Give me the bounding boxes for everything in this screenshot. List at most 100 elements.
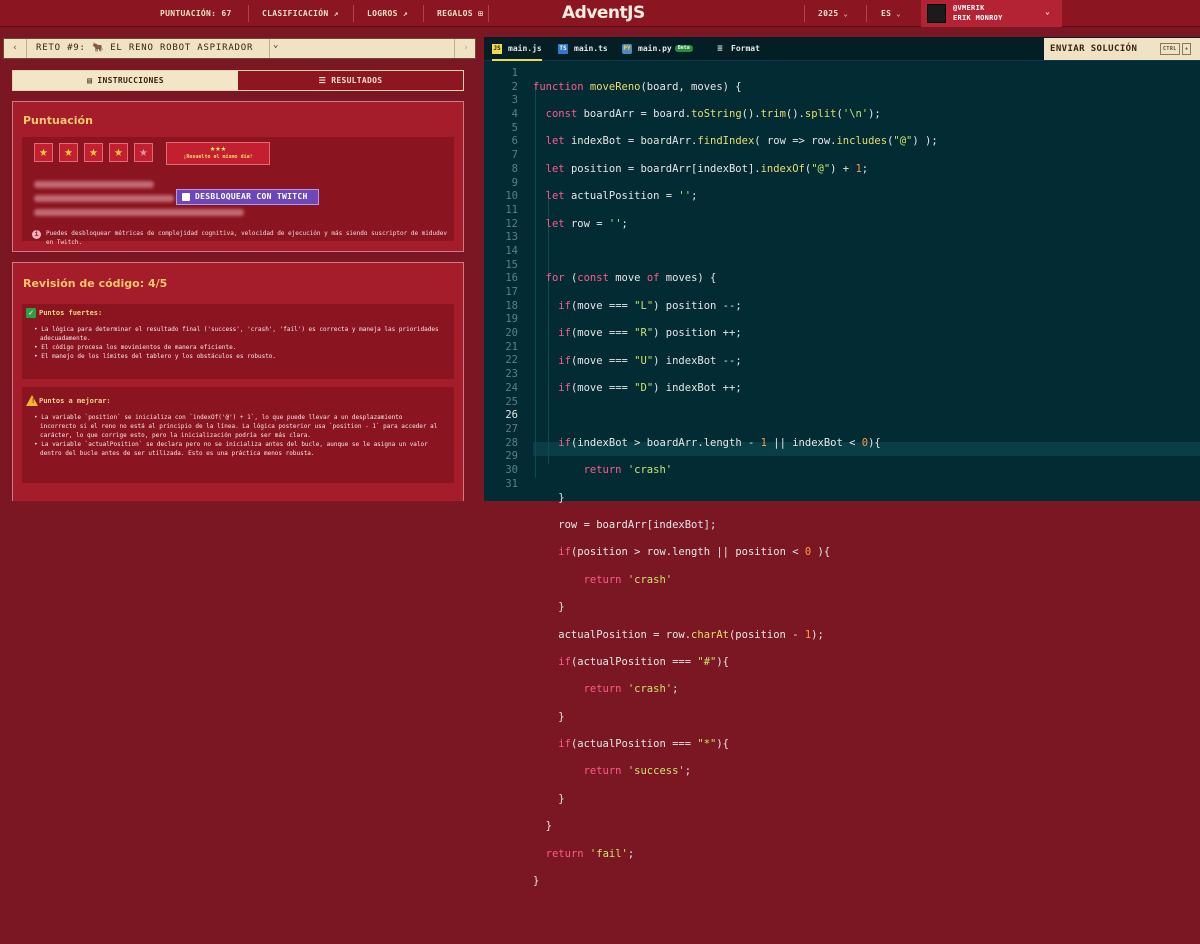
brand-logo[interactable]: AdventJS <box>562 3 645 23</box>
star-icon: ★ <box>59 143 78 162</box>
line-number: 20 <box>505 327 518 340</box>
code-line: } <box>533 792 565 805</box>
line-number: 25 <box>505 395 518 408</box>
year-label: 2025 <box>818 9 839 18</box>
user-menu[interactable]: @VMERIK ERIK MONROY ⌄ <box>921 0 1062 27</box>
twitch-label: DESBLOQUEAR CON TWITCH <box>195 192 308 201</box>
twitch-icon <box>182 193 190 201</box>
note-text: Puedes desbloquear métricas de complejid… <box>46 230 447 246</box>
line-number: 7 <box>511 149 518 162</box>
book-icon: ▤ <box>87 76 93 85</box>
submit-solution-button[interactable]: ENVIAR SOLUCIÓN CTRL + <box>1044 38 1200 60</box>
badge-stars: ★★★ <box>209 144 227 154</box>
tab-label: RESULTADOS <box>331 76 383 85</box>
line-number: 21 <box>505 340 518 353</box>
chevron-down-icon: ⌄ <box>896 10 901 18</box>
improvements-title-text: Puntos a mejorar: <box>39 397 111 405</box>
unlock-twitch-button[interactable]: DESBLOQUEAR CON TWITCH <box>176 189 319 205</box>
year-selector[interactable]: 2025 ⌄ <box>818 0 848 27</box>
tab-main-py[interactable]: PY main.py Beta <box>622 37 693 61</box>
code-line: } <box>533 601 565 614</box>
tab-main-js[interactable]: JS main.js <box>492 37 542 61</box>
submit-label: ENVIAR SOLUCIÓN <box>1050 44 1138 54</box>
left-panel: ‹ RETO #9: 🐂 EL RENO ROBOT ASPIRADOR ⌄ ›… <box>0 37 477 501</box>
editor-tabs: JS main.js TS main.ts PY main.py Beta ≡ Forma… <box>484 37 1200 61</box>
next-challenge-button[interactable]: › <box>455 39 477 58</box>
code-line: } <box>533 710 565 723</box>
line-number: 12 <box>505 217 518 230</box>
divider <box>866 5 867 22</box>
list-item: • La lógica para determinar el resultado… <box>34 326 439 342</box>
code-text[interactable]: function moveReno(board, moves) { const … <box>533 67 1193 944</box>
improvements-title: ! Puntos a mejorar: <box>26 395 111 406</box>
beta-badge: Beta <box>674 45 693 52</box>
leaderboard-link[interactable]: CLASIFICACIÓN ↗ <box>262 0 339 27</box>
prev-challenge-button[interactable]: ‹ <box>4 39 26 58</box>
divider <box>423 5 424 22</box>
line-number: 23 <box>505 368 518 381</box>
code-line: let actualPosition = ''; <box>545 190 698 203</box>
tab-main-ts[interactable]: TS main.ts <box>558 37 608 61</box>
star-icon: ★ <box>134 143 153 162</box>
gifts-link[interactable]: REGALOS ⊞ <box>437 0 483 27</box>
code-editor-panel: JS main.js TS main.ts PY main.py Beta ≡ Forma… <box>484 37 1200 887</box>
ctrl-key-hint: CTRL <box>1160 43 1180 55</box>
line-number: 24 <box>505 381 518 394</box>
challenge-title[interactable]: RETO #9: 🐂 EL RENO ROBOT ASPIRADOR <box>36 43 253 53</box>
line-number: 8 <box>511 162 518 175</box>
avatar <box>927 4 946 23</box>
list-item: • El código procesa los movimientos de m… <box>34 344 237 351</box>
star-icon: ★ <box>109 143 128 162</box>
line-number: 13 <box>505 231 518 244</box>
code-line: return 'success'; <box>583 765 692 778</box>
achievements-link[interactable]: LOGROS ↗ <box>367 0 408 27</box>
tab-results[interactable]: ☰ RESULTADOS <box>238 71 463 90</box>
same-day-badge: ★★★ ¡Resuelto el mismo día! <box>166 142 270 165</box>
format-label: Format <box>731 44 760 53</box>
challenge-selector-bar: ‹ RETO #9: 🐂 EL RENO ROBOT ASPIRADOR ⌄ › <box>3 38 476 59</box>
list-item: • La variable `position` se inicializa c… <box>34 414 438 439</box>
score-indicator: PUNTUACIÓN: 67 <box>160 0 232 27</box>
panel-tabs: ▤ INSTRUCCIONES ☰ RESULTADOS <box>12 70 464 91</box>
divider <box>248 5 249 22</box>
strengths-title-text: Puntos fuertes: <box>39 309 103 317</box>
improvements-box: ! Puntos a mejorar: • La variable `positi… <box>22 387 454 483</box>
chevron-down-icon: ⌄ <box>1045 7 1051 16</box>
blurred-metric <box>34 195 174 202</box>
code-line: return 'crash' <box>583 464 673 477</box>
language-selector[interactable]: ES ⌄ <box>881 0 901 27</box>
tab-instructions[interactable]: ▤ INSTRUCCIONES <box>13 71 238 90</box>
divider <box>804 5 805 22</box>
code-line: if(position > row.length || position < 0… <box>558 546 831 559</box>
code-line: if(move === "D") indexBot ++; <box>558 382 742 394</box>
line-number: 22 <box>505 354 518 367</box>
chevron-left-icon: ‹ <box>12 43 18 53</box>
code-line: function moveReno(board, moves) { <box>533 80 742 93</box>
code-line: return 'fail'; <box>545 847 635 860</box>
chevron-down-icon[interactable]: ⌄ <box>273 40 278 50</box>
strength-text: El código procesa los movimientos de man… <box>41 344 237 351</box>
gifts-label: REGALOS <box>437 9 473 18</box>
tab-label: main.js <box>508 44 542 53</box>
results-scroll[interactable]: ▤ INSTRUCCIONES ☰ RESULTADOS Puntuación … <box>12 70 464 501</box>
score-value: 67 <box>221 9 232 18</box>
info-icon: i <box>32 230 41 239</box>
strengths-box: ✓ Puntos fuertes: • La lógica para determ… <box>22 304 454 379</box>
plus-key-hint: + <box>1182 43 1192 55</box>
line-number: 31 <box>505 477 518 490</box>
score-heading: Puntuación <box>23 114 93 127</box>
divider <box>353 5 354 22</box>
divider <box>26 39 27 58</box>
line-number: 4 <box>511 108 518 121</box>
line-number: 9 <box>511 176 518 189</box>
review-heading: Revisión de código: 4/5 <box>23 277 168 290</box>
format-button[interactable]: ≡ Format <box>715 37 760 61</box>
code-line: } <box>533 491 565 504</box>
chevron-down-icon: ⌄ <box>843 10 848 18</box>
code-line: let row = ''; <box>545 217 628 230</box>
user-name: ERIK MONROY <box>953 14 1003 22</box>
code-line: return 'crash' <box>583 573 673 586</box>
